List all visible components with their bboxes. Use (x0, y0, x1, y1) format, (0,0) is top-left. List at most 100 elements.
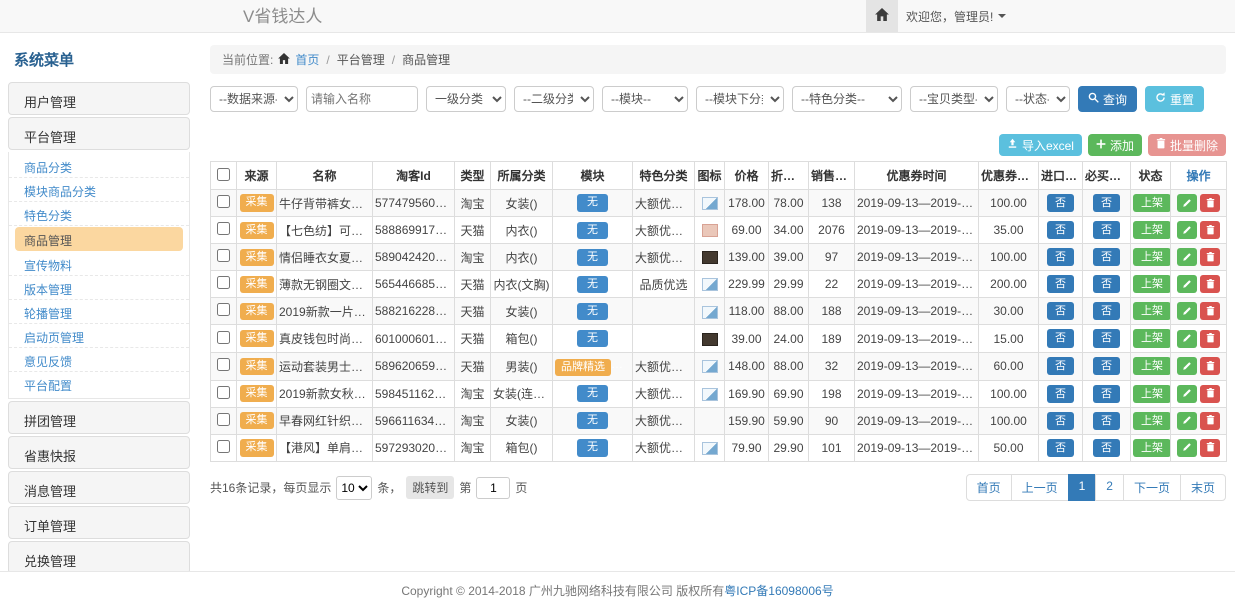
row-checkbox[interactable] (217, 331, 230, 344)
page-button[interactable]: 首页 (966, 474, 1012, 501)
status-button[interactable]: 上架 (1133, 439, 1171, 457)
import-flag-button[interactable]: 否 (1047, 194, 1074, 212)
batch-delete-button[interactable]: 批量删除 (1148, 134, 1226, 156)
import-flag-button[interactable]: 否 (1047, 221, 1074, 239)
sidebar-group[interactable]: 拼团管理 (8, 401, 190, 434)
row-checkbox[interactable] (217, 249, 230, 262)
sidebar-submenu-item[interactable]: 商品管理 (15, 227, 183, 251)
icp-link[interactable]: 粤ICP备16098006号 (724, 584, 833, 598)
breadcrumb-home-link[interactable]: 首页 (295, 51, 319, 68)
edit-button[interactable] (1177, 357, 1197, 375)
mustbuy-flag-button[interactable]: 否 (1093, 329, 1120, 347)
sidebar-group[interactable]: 消息管理 (8, 471, 190, 504)
edit-button[interactable] (1177, 194, 1197, 212)
mustbuy-flag-button[interactable]: 否 (1093, 302, 1120, 320)
delete-button[interactable] (1200, 221, 1220, 239)
mustbuy-flag-button[interactable]: 否 (1093, 412, 1120, 430)
row-checkbox[interactable] (217, 413, 230, 426)
import-flag-button[interactable]: 否 (1047, 248, 1074, 266)
import-flag-button[interactable]: 否 (1047, 275, 1074, 293)
delete-button[interactable] (1200, 302, 1220, 320)
sidebar-submenu-item[interactable]: 版本管理 (9, 276, 189, 300)
level1-category-select[interactable]: 一级分类 (426, 86, 506, 112)
page-button[interactable]: 1 (1068, 474, 1097, 501)
add-button[interactable]: 添加 (1088, 134, 1142, 156)
status-button[interactable]: 上架 (1133, 412, 1171, 430)
status-button[interactable]: 上架 (1133, 357, 1171, 375)
feature-category-select[interactable]: --特色分类-- (792, 86, 902, 112)
data-source-select[interactable]: --数据来源-- (210, 86, 298, 112)
import-flag-button[interactable]: 否 (1047, 412, 1074, 430)
page-button[interactable]: 上一页 (1011, 474, 1069, 501)
edit-button[interactable] (1177, 412, 1197, 430)
sidebar-submenu-item[interactable]: 平台配置 (9, 372, 189, 396)
user-menu[interactable]: 欢迎您，管理员! (906, 0, 1006, 32)
module-subcategory-select[interactable]: --模块下分类-- (696, 86, 784, 112)
mustbuy-flag-button[interactable]: 否 (1093, 439, 1120, 457)
row-checkbox[interactable] (217, 222, 230, 235)
edit-button[interactable] (1177, 248, 1197, 266)
search-button[interactable]: 查询 (1078, 86, 1137, 112)
sidebar-group[interactable]: 兑换管理 (8, 541, 190, 572)
sidebar-group[interactable]: 省惠快报 (8, 436, 190, 469)
name-search-input[interactable] (306, 86, 418, 112)
import-flag-button[interactable]: 否 (1047, 329, 1074, 347)
mustbuy-flag-button[interactable]: 否 (1093, 248, 1120, 266)
delete-button[interactable] (1200, 357, 1220, 375)
status-button[interactable]: 上架 (1133, 221, 1171, 239)
row-checkbox[interactable] (217, 440, 230, 453)
sidebar-submenu-item[interactable]: 启动页管理 (9, 324, 189, 348)
mustbuy-flag-button[interactable]: 否 (1093, 194, 1120, 212)
status-button[interactable]: 上架 (1133, 329, 1171, 347)
home-button[interactable] (866, 0, 898, 32)
edit-button[interactable] (1177, 385, 1197, 403)
import-flag-button[interactable]: 否 (1047, 302, 1074, 320)
import-excel-button[interactable]: 导入excel (999, 134, 1082, 156)
page-button[interactable]: 下一页 (1123, 474, 1181, 501)
sidebar-submenu-item[interactable]: 意见反馈 (9, 348, 189, 372)
edit-button[interactable] (1177, 330, 1197, 348)
status-button[interactable]: 上架 (1133, 275, 1171, 293)
status-button[interactable]: 上架 (1133, 385, 1171, 403)
delete-button[interactable] (1200, 275, 1220, 293)
row-checkbox[interactable] (217, 195, 230, 208)
mustbuy-flag-button[interactable]: 否 (1093, 221, 1120, 239)
mustbuy-flag-button[interactable]: 否 (1093, 357, 1120, 375)
page-button[interactable]: 末页 (1180, 474, 1226, 501)
sidebar-submenu-item[interactable]: 宣传物料 (9, 252, 189, 276)
status-button[interactable]: 上架 (1133, 302, 1171, 320)
delete-button[interactable] (1200, 385, 1220, 403)
row-checkbox[interactable] (217, 386, 230, 399)
sidebar-submenu-item[interactable]: 模块商品分类 (9, 178, 189, 202)
per-page-select[interactable]: 10 (336, 476, 372, 500)
mustbuy-flag-button[interactable]: 否 (1093, 385, 1120, 403)
edit-button[interactable] (1177, 439, 1197, 457)
sidebar-submenu-item[interactable]: 轮播管理 (9, 300, 189, 324)
sidebar-group[interactable]: 用户管理 (8, 82, 190, 115)
delete-button[interactable] (1200, 248, 1220, 266)
sidebar-submenu-item[interactable]: 特色分类 (9, 202, 189, 226)
mustbuy-flag-button[interactable]: 否 (1093, 275, 1120, 293)
select-all-checkbox[interactable] (217, 168, 230, 181)
delete-button[interactable] (1200, 330, 1220, 348)
status-button[interactable]: 上架 (1133, 194, 1171, 212)
row-checkbox[interactable] (217, 303, 230, 316)
page-button[interactable]: 2 (1095, 474, 1124, 501)
reset-button[interactable]: 重置 (1145, 86, 1204, 112)
sidebar-submenu-item[interactable]: 商品分类 (9, 154, 189, 178)
row-checkbox[interactable] (217, 276, 230, 289)
jump-page-input[interactable] (476, 477, 510, 499)
status-select[interactable]: --状态-- (1006, 86, 1070, 112)
import-flag-button[interactable]: 否 (1047, 357, 1074, 375)
edit-button[interactable] (1177, 275, 1197, 293)
item-type-select[interactable]: --宝贝类型-- (910, 86, 998, 112)
delete-button[interactable] (1200, 194, 1220, 212)
delete-button[interactable] (1200, 439, 1220, 457)
sidebar-group[interactable]: 订单管理 (8, 506, 190, 539)
import-flag-button[interactable]: 否 (1047, 439, 1074, 457)
import-flag-button[interactable]: 否 (1047, 385, 1074, 403)
status-button[interactable]: 上架 (1133, 248, 1171, 266)
edit-button[interactable] (1177, 302, 1197, 320)
edit-button[interactable] (1177, 221, 1197, 239)
module-select[interactable]: --模块-- (602, 86, 688, 112)
